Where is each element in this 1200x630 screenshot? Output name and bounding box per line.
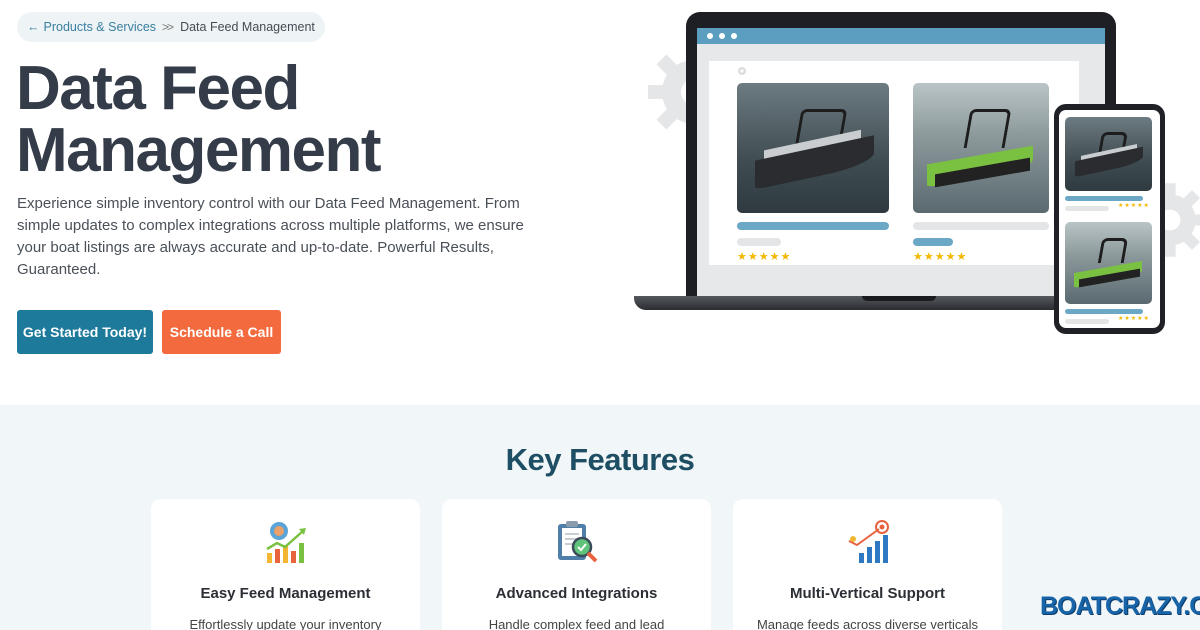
breadcrumb: ← Products & Services >> Data Feed Manag… <box>17 12 325 42</box>
breadcrumb-parent: Products & Services <box>43 20 157 34</box>
key-features-section: Key Features Easy Feed Management Effort… <box>0 405 1200 630</box>
boat-photo <box>1065 117 1152 191</box>
phone-illustration: ★★★★★ ★★★★★ <box>1054 104 1165 334</box>
listing-meta-bar <box>913 238 953 246</box>
listing-meta-bar <box>1065 206 1109 211</box>
rating-stars: ★★★★★ <box>913 251 968 263</box>
hero-description: Experience simple inventory control with… <box>17 195 524 278</box>
feature-card-title: Multi-Vertical Support <box>789 585 945 602</box>
page-title: Data Feed Management <box>16 58 576 182</box>
page-title-line2: Management <box>16 116 381 185</box>
feature-card-text: Manage feeds across diverse verticals <box>756 617 979 630</box>
rating-stars: ★★★★★ <box>1118 316 1150 322</box>
feature-card-title: Advanced Integrations <box>495 585 658 602</box>
breadcrumb-current: Data Feed Management <box>180 20 315 34</box>
boatcrazy-logo: BOATCRAZY.COM <box>1040 591 1200 620</box>
listing-title-bar <box>913 222 1049 230</box>
arrow-left-icon: ← <box>27 20 40 34</box>
growth-chart-icon <box>266 522 306 563</box>
listing-title-bar <box>1065 196 1143 201</box>
listing-meta-bar <box>1065 319 1109 324</box>
target-bar-chart-icon <box>848 520 889 563</box>
feature-card-text: Effortlessly update your inventory <box>189 617 382 630</box>
schedule-call-button[interactable]: Schedule a Call <box>162 310 281 354</box>
double-chevron-right-icon: >> <box>162 20 174 34</box>
boat-photo <box>1065 222 1152 304</box>
listing-meta-bar <box>737 238 781 246</box>
breadcrumb-back-link[interactable]: ← Products & Services <box>27 20 156 34</box>
boat-photo <box>913 83 1049 213</box>
feature-card-text: Handle complex feed and lead <box>488 617 665 630</box>
gear-icon <box>738 67 746 75</box>
get-started-button[interactable]: Get Started Today! <box>17 310 153 354</box>
rating-stars: ★★★★★ <box>737 251 792 263</box>
laptop-notch <box>862 296 936 301</box>
page-title-line1: Data Feed <box>16 54 300 123</box>
feature-card: Advanced Integrations Handle complex fee… <box>442 499 711 630</box>
rating-stars: ★★★★★ <box>1118 203 1150 209</box>
feature-card-title: Easy Feed Management <box>200 585 371 602</box>
browser-dot <box>719 33 725 39</box>
features-title: Key Features <box>505 442 695 477</box>
phone-display: ★★★★★ ★★★★★ <box>1059 110 1160 328</box>
clipboard-search-icon <box>558 521 598 563</box>
browser-dot <box>707 33 713 39</box>
listing-title-bar <box>737 222 889 230</box>
browser-dot <box>731 33 737 39</box>
browser-bar <box>697 28 1105 44</box>
feature-card: Multi-Vertical Support Manage feeds acro… <box>733 499 1002 630</box>
boat-photo <box>737 83 889 213</box>
listing-title-bar <box>1065 309 1143 314</box>
feature-card: Easy Feed Management Effortlessly update… <box>151 499 420 630</box>
